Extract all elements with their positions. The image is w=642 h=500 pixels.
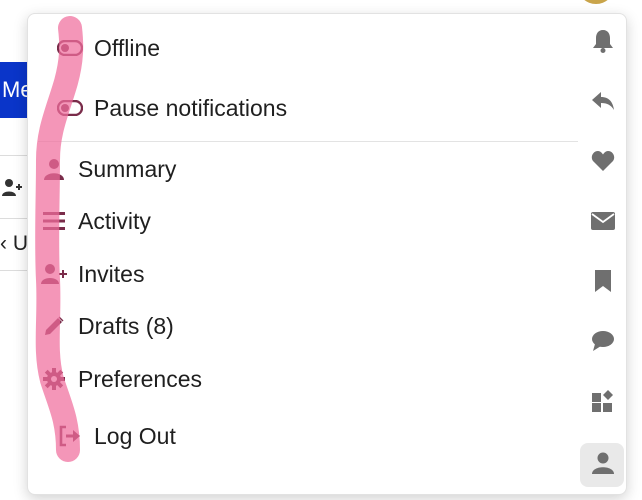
profile-tab[interactable] bbox=[588, 450, 618, 480]
menu-item-label: Preferences bbox=[78, 365, 203, 392]
menu-item-drafts[interactable]: Drafts (8) bbox=[40, 306, 174, 346]
notifications-tab[interactable] bbox=[588, 28, 618, 58]
replies-tab[interactable] bbox=[588, 88, 618, 118]
messages-tab[interactable] bbox=[588, 208, 618, 238]
pause-notifications-label: Pause notifications bbox=[94, 94, 288, 121]
sign-out-icon bbox=[56, 422, 84, 450]
menu-item-invites[interactable]: Invites bbox=[40, 254, 144, 294]
gear-icon bbox=[40, 365, 68, 393]
menu-item-label: Summary bbox=[78, 155, 177, 182]
heart-icon bbox=[591, 150, 615, 177]
offline-label: Offline bbox=[94, 34, 161, 61]
offline-toggle[interactable]: Offline bbox=[56, 28, 160, 68]
chat-tab[interactable] bbox=[588, 328, 618, 358]
menu-item-label: Invites bbox=[78, 260, 145, 287]
log-out-button[interactable]: Log Out bbox=[56, 416, 176, 456]
envelope-icon bbox=[591, 211, 615, 235]
divider bbox=[0, 155, 30, 156]
menu-item-activity[interactable]: Activity bbox=[40, 201, 151, 241]
reply-icon bbox=[591, 91, 615, 116]
pencil-icon bbox=[40, 312, 68, 340]
menu-item-preferences[interactable]: Preferences bbox=[40, 359, 202, 399]
menu-item-summary[interactable]: Summary bbox=[40, 149, 176, 189]
divider bbox=[0, 218, 30, 219]
grid-shapes-icon bbox=[591, 389, 615, 418]
divider bbox=[0, 270, 30, 271]
bookmarks-tab[interactable] bbox=[588, 268, 618, 298]
toggle-off-icon bbox=[56, 34, 84, 62]
chat-bubble-icon bbox=[591, 330, 615, 357]
user-menu-panel: Offline Pause notifications Summary Acti… bbox=[27, 13, 627, 495]
menu-divider bbox=[38, 141, 578, 142]
user-icon bbox=[40, 155, 68, 183]
background-row-text: ‹ U bbox=[0, 232, 28, 255]
user-plus-icon bbox=[40, 260, 68, 288]
avatar[interactable] bbox=[578, 0, 614, 4]
list-lines-icon bbox=[40, 207, 68, 235]
user-icon bbox=[592, 451, 614, 480]
menu-item-label: Drafts (8) bbox=[78, 312, 174, 339]
pause-notifications-toggle[interactable]: Pause notifications bbox=[56, 88, 287, 128]
log-out-label: Log Out bbox=[94, 422, 176, 449]
toggle-off-icon bbox=[56, 94, 84, 122]
bell-icon bbox=[592, 29, 614, 58]
menu-item-label: Activity bbox=[78, 207, 151, 234]
user-plus-icon bbox=[2, 178, 24, 198]
likes-tab[interactable] bbox=[588, 148, 618, 178]
bookmark-icon bbox=[594, 269, 612, 298]
review-tab[interactable] bbox=[588, 388, 618, 418]
